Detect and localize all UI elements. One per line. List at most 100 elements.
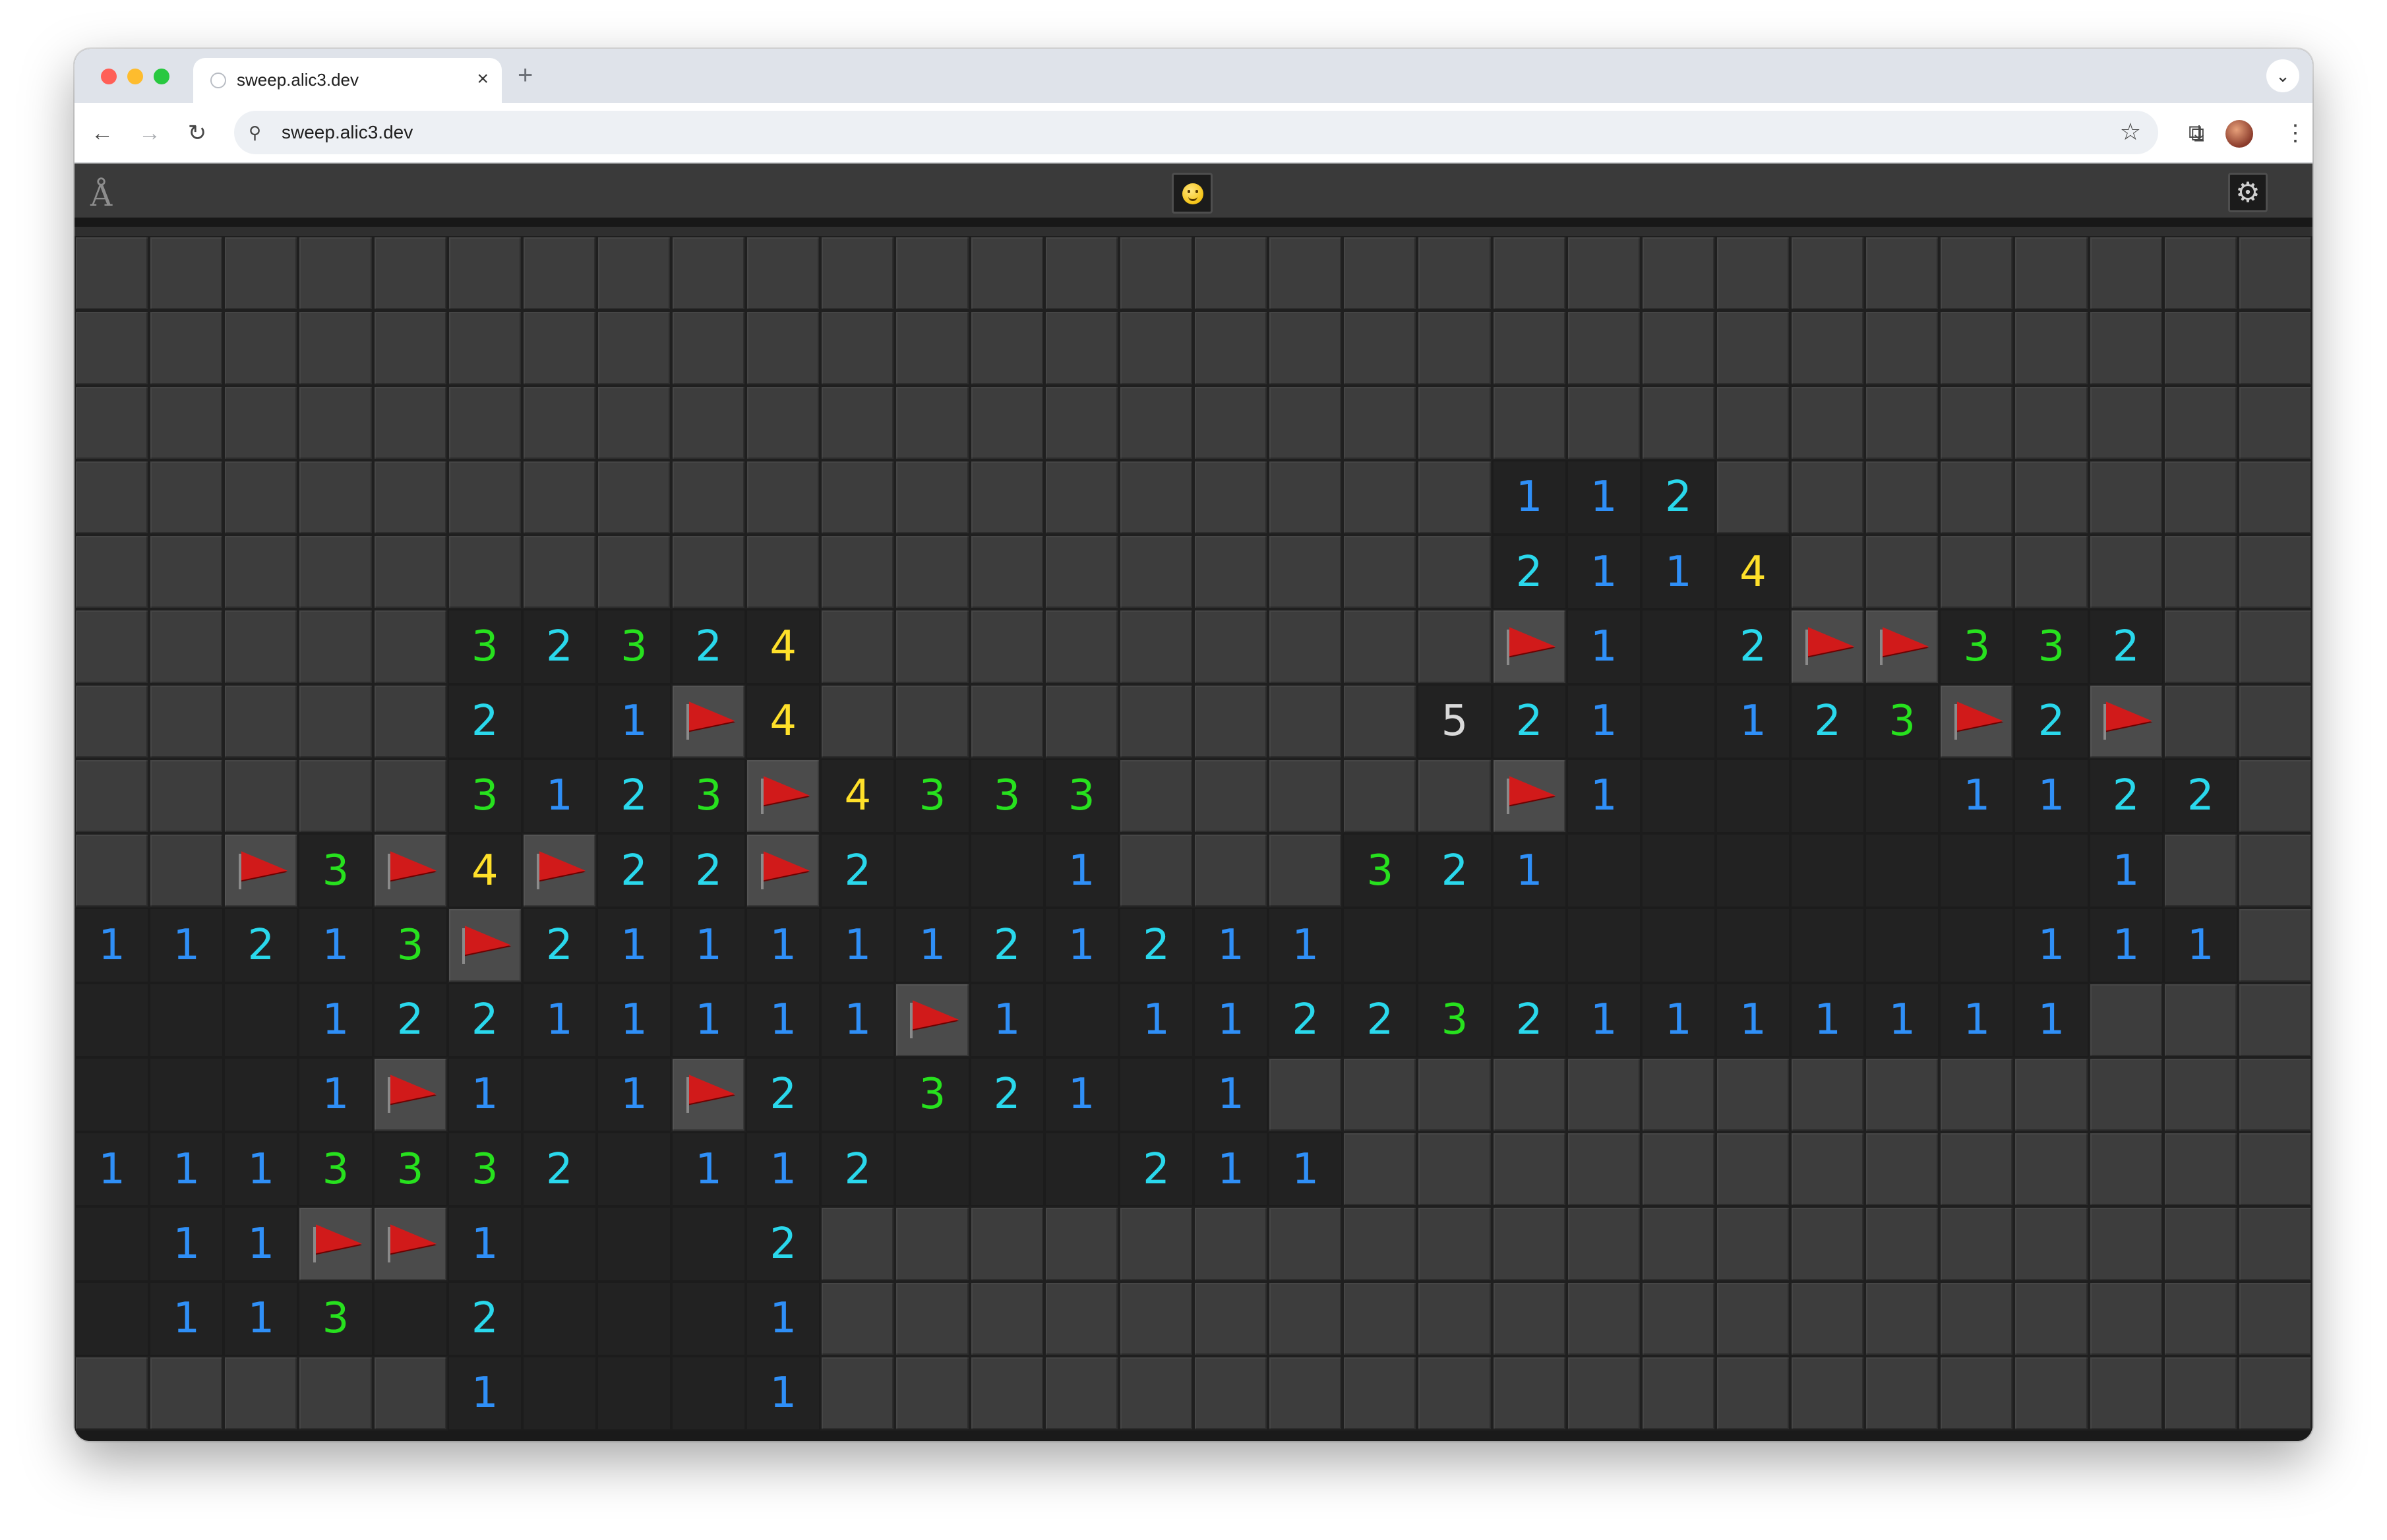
- hidden-cell[interactable]: [820, 535, 895, 610]
- browser-tab[interactable]: sweep.alic3.dev ×: [193, 58, 502, 103]
- number-cell[interactable]: 2: [2088, 609, 2163, 684]
- number-cell[interactable]: 1: [75, 1132, 150, 1207]
- empty-cell[interactable]: [1790, 758, 1865, 833]
- number-cell[interactable]: 2: [1417, 833, 1492, 908]
- hidden-cell[interactable]: [1715, 1281, 1791, 1356]
- hidden-cell[interactable]: [1417, 311, 1492, 386]
- number-cell[interactable]: 3: [373, 908, 448, 983]
- hidden-cell[interactable]: [2088, 1057, 2163, 1132]
- number-cell[interactable]: 1: [596, 982, 672, 1057]
- hidden-cell[interactable]: [149, 311, 224, 386]
- hidden-cell[interactable]: [1939, 1281, 2014, 1356]
- hidden-cell[interactable]: [1268, 609, 1343, 684]
- hidden-cell[interactable]: [1343, 236, 1418, 311]
- hidden-cell[interactable]: [1118, 758, 1194, 833]
- empty-cell[interactable]: [596, 1132, 672, 1207]
- hidden-cell[interactable]: [1044, 236, 1119, 311]
- hidden-cell[interactable]: [2088, 982, 2163, 1057]
- number-cell[interactable]: 3: [1044, 758, 1119, 833]
- empty-cell[interactable]: [1865, 758, 1940, 833]
- hidden-cell[interactable]: [969, 684, 1044, 759]
- hidden-cell[interactable]: [1193, 1355, 1269, 1431]
- hidden-cell[interactable]: [1492, 385, 1567, 460]
- number-cell[interactable]: 1: [149, 908, 224, 983]
- hidden-cell[interactable]: [1641, 1281, 1716, 1356]
- hidden-cell[interactable]: [1790, 1355, 1865, 1431]
- hidden-cell[interactable]: [1492, 311, 1567, 386]
- hidden-cell[interactable]: [820, 236, 895, 311]
- hidden-cell[interactable]: [895, 1206, 970, 1282]
- hidden-cell[interactable]: [2088, 1132, 2163, 1207]
- hidden-cell[interactable]: [373, 609, 448, 684]
- number-cell[interactable]: 1: [671, 982, 746, 1057]
- number-cell[interactable]: 3: [596, 609, 672, 684]
- hidden-cell[interactable]: [2014, 385, 2089, 460]
- hidden-cell[interactable]: [2163, 1057, 2238, 1132]
- empty-cell[interactable]: [224, 982, 299, 1057]
- hidden-cell[interactable]: [820, 1355, 895, 1431]
- empty-cell[interactable]: [1118, 1057, 1194, 1132]
- hidden-cell[interactable]: [1865, 385, 1940, 460]
- hidden-cell[interactable]: [2088, 236, 2163, 311]
- number-cell[interactable]: 2: [522, 908, 597, 983]
- hidden-cell[interactable]: [1118, 535, 1194, 610]
- maximize-window-button[interactable]: [154, 69, 169, 84]
- empty-cell[interactable]: [522, 1281, 597, 1356]
- number-cell[interactable]: 4: [746, 684, 821, 759]
- number-cell[interactable]: 1: [1566, 684, 1641, 759]
- number-cell[interactable]: 3: [895, 1057, 970, 1132]
- hidden-cell[interactable]: [2163, 609, 2238, 684]
- number-cell[interactable]: 3: [1417, 982, 1492, 1057]
- flagged-cell[interactable]: [1790, 609, 1865, 684]
- empty-cell[interactable]: [1790, 908, 1865, 983]
- flagged-cell[interactable]: [1865, 609, 1940, 684]
- hidden-cell[interactable]: [1492, 1355, 1567, 1431]
- number-cell[interactable]: 4: [447, 833, 522, 908]
- flagged-cell[interactable]: [1492, 758, 1567, 833]
- hidden-cell[interactable]: [1492, 1206, 1567, 1282]
- number-cell[interactable]: 2: [2088, 758, 2163, 833]
- number-cell[interactable]: 2: [746, 1206, 821, 1282]
- hidden-cell[interactable]: [746, 311, 821, 386]
- hidden-cell[interactable]: [2163, 385, 2238, 460]
- hidden-cell[interactable]: [373, 385, 448, 460]
- empty-cell[interactable]: [522, 1206, 597, 1282]
- number-cell[interactable]: 1: [1193, 982, 1269, 1057]
- number-cell[interactable]: 1: [1044, 908, 1119, 983]
- hidden-cell[interactable]: [1641, 1057, 1716, 1132]
- hidden-cell[interactable]: [1715, 459, 1791, 535]
- hidden-cell[interactable]: [1939, 1355, 2014, 1431]
- hidden-cell[interactable]: [1268, 311, 1343, 386]
- number-cell[interactable]: 1: [1790, 982, 1865, 1057]
- hidden-cell[interactable]: [1118, 236, 1194, 311]
- hidden-cell[interactable]: [1044, 1206, 1119, 1282]
- number-cell[interactable]: 3: [969, 758, 1044, 833]
- hidden-cell[interactable]: [1343, 1355, 1418, 1431]
- empty-cell[interactable]: [1715, 908, 1791, 983]
- hidden-cell[interactable]: [1417, 1057, 1492, 1132]
- download-icon[interactable]: ⤓: [2182, 116, 2216, 150]
- hidden-cell[interactable]: [1566, 1281, 1641, 1356]
- hidden-cell[interactable]: [224, 684, 299, 759]
- hidden-cell[interactable]: [2088, 1206, 2163, 1282]
- hidden-cell[interactable]: [447, 236, 522, 311]
- hidden-cell[interactable]: [746, 236, 821, 311]
- hidden-cell[interactable]: [2237, 1281, 2312, 1356]
- hidden-cell[interactable]: [820, 385, 895, 460]
- hidden-cell[interactable]: [2237, 236, 2312, 311]
- empty-cell[interactable]: [1790, 833, 1865, 908]
- hidden-cell[interactable]: [149, 609, 224, 684]
- tab-search-button[interactable]: ⌄: [2266, 59, 2299, 92]
- flagged-cell[interactable]: [1492, 609, 1567, 684]
- number-cell[interactable]: 1: [447, 1206, 522, 1282]
- hidden-cell[interactable]: [895, 311, 970, 386]
- hidden-cell[interactable]: [895, 1281, 970, 1356]
- hidden-cell[interactable]: [2237, 609, 2312, 684]
- empty-cell[interactable]: [895, 1132, 970, 1207]
- number-cell[interactable]: 2: [447, 982, 522, 1057]
- hidden-cell[interactable]: [596, 459, 672, 535]
- hidden-cell[interactable]: [1417, 1281, 1492, 1356]
- number-cell[interactable]: 1: [1492, 459, 1567, 535]
- hidden-cell[interactable]: [1715, 1355, 1791, 1431]
- hidden-cell[interactable]: [969, 385, 1044, 460]
